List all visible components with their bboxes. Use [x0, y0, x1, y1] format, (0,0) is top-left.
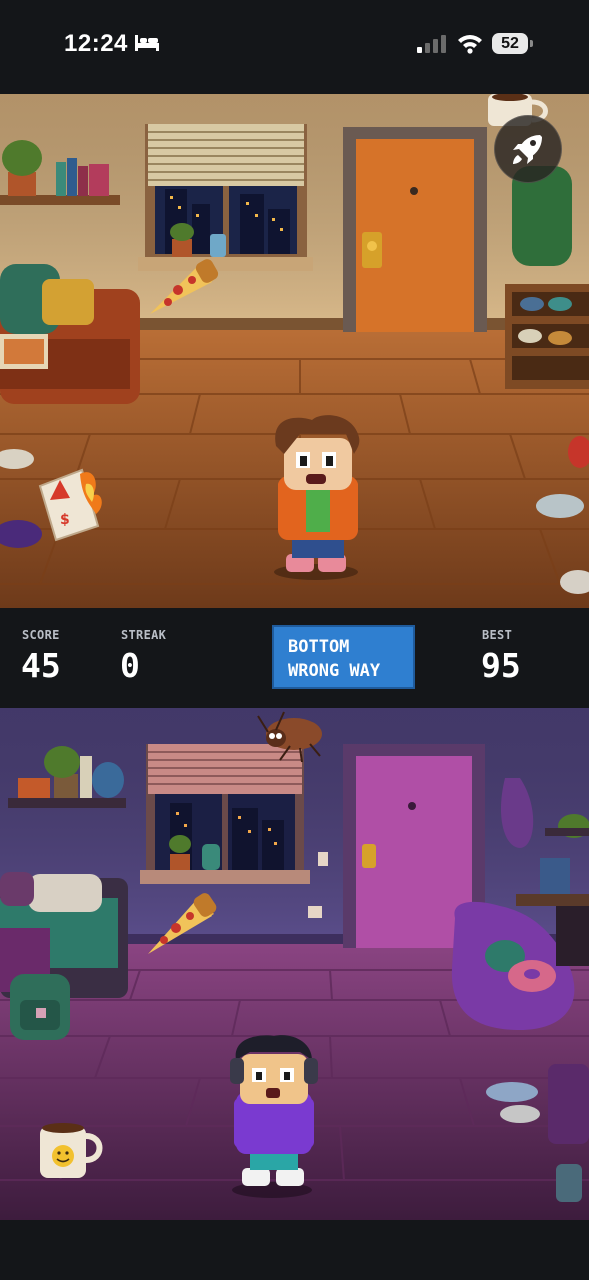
rocket-boost-button[interactable]	[494, 115, 562, 183]
direction-prompt: BOTTOM WRONG WAY	[272, 625, 415, 689]
score-value: 45	[21, 646, 61, 685]
cd-disc	[536, 494, 584, 518]
svg-text:$: $	[60, 512, 70, 528]
top-room-illustration: $	[0, 94, 589, 608]
door	[343, 127, 487, 332]
direction-line-2: WRONG WAY	[288, 661, 381, 681]
top-room-scene[interactable]: $	[0, 94, 589, 608]
bottom-room-scene[interactable]	[0, 708, 589, 1220]
streak-label: STREAK	[121, 628, 167, 642]
battery-icon: 52	[492, 33, 528, 54]
status-bar: 12:24 52	[0, 0, 589, 94]
status-time: 12:24	[64, 30, 128, 57]
sock	[500, 1105, 540, 1123]
best-label: BEST	[482, 628, 513, 642]
sneaker	[486, 1082, 538, 1102]
score-hud: SCORE 45 STREAK 0 BOTTOM WRONG WAY BEST …	[0, 608, 589, 708]
bottom-room-illustration	[0, 708, 589, 1220]
score-label: SCORE	[22, 628, 60, 642]
bed-icon	[135, 35, 159, 51]
wifi-icon	[458, 35, 482, 54]
direction-line-1: BOTTOM	[288, 637, 350, 657]
backpack	[10, 974, 70, 1040]
rocket-icon	[513, 135, 542, 164]
bottom-safe-area	[0, 1220, 589, 1280]
battery-cap	[530, 40, 533, 47]
best-value: 95	[481, 646, 521, 685]
cellular-signal-icon	[417, 35, 446, 53]
laundry	[548, 1064, 589, 1144]
streak-value: 0	[120, 646, 140, 685]
window	[140, 744, 310, 884]
window	[138, 124, 313, 271]
can	[556, 1164, 582, 1202]
